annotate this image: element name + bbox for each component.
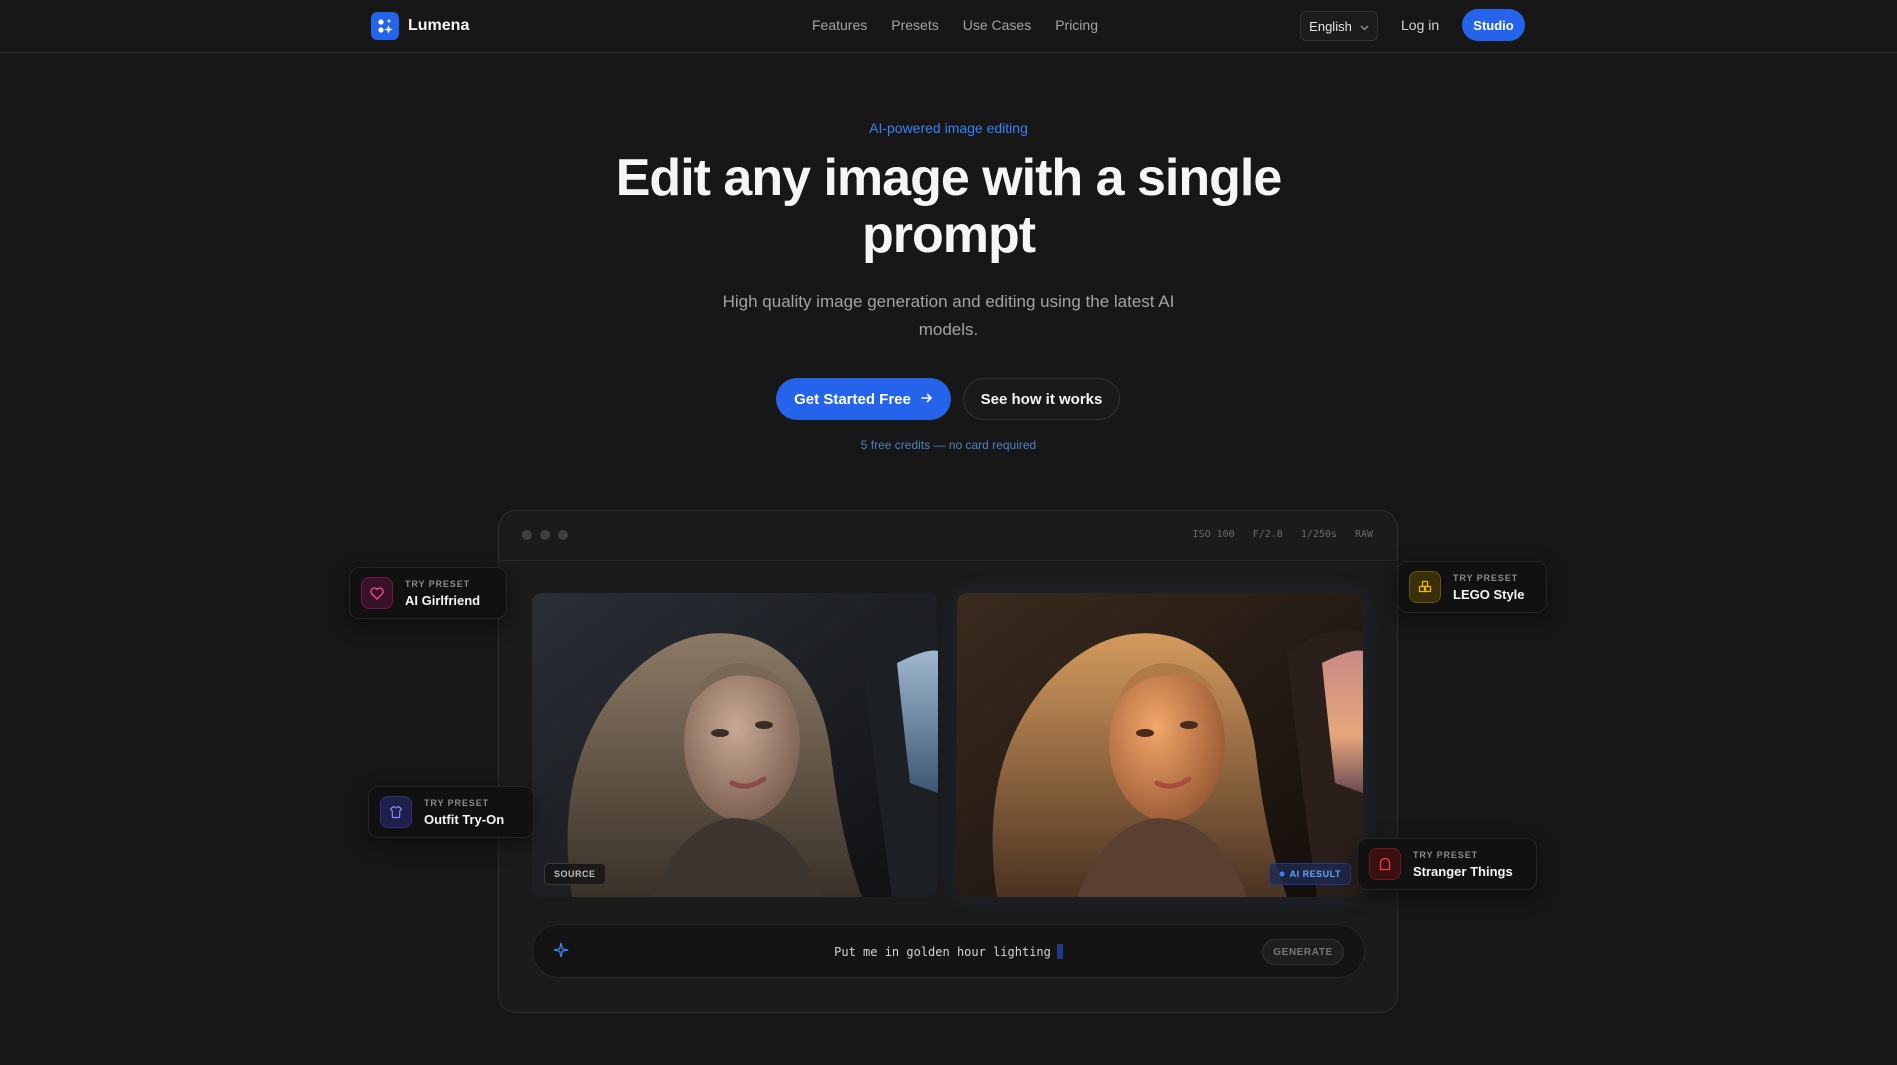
blocks-icon xyxy=(1409,571,1441,603)
window-dot xyxy=(540,530,550,540)
preset-outfit-try-on[interactable]: TRY PRESET Outfit Try-On xyxy=(368,786,534,838)
heart-icon xyxy=(361,577,393,609)
see-how-it-works-button[interactable]: See how it works xyxy=(963,378,1120,420)
top-nav: Lumena Features Presets Use Cases Pricin… xyxy=(0,0,1897,53)
nav-link-pricing[interactable]: Pricing xyxy=(1055,17,1098,33)
source-image: SOURCE xyxy=(532,593,938,897)
nav-link-presets[interactable]: Presets xyxy=(891,17,938,33)
result-photo xyxy=(957,593,1363,897)
preset-kicker: TRY PRESET xyxy=(405,578,471,589)
window-dot xyxy=(558,530,568,540)
hero-title: Edit any image with a single prompt xyxy=(615,149,1283,264)
text-cursor xyxy=(1056,944,1063,959)
preset-name: Outfit Try-On xyxy=(424,811,505,827)
preset-lego-style[interactable]: TRY PRESET LEGO Style xyxy=(1397,561,1547,613)
editor-mockup: ISO 100 F/2.8 1/250s RAW SOURCE AI RESUL… xyxy=(498,510,1398,1013)
ghost-icon xyxy=(1369,848,1401,880)
get-started-label: Get Started Free xyxy=(794,390,911,408)
prompt-input[interactable]: Put me in golden hour lighting xyxy=(533,944,1364,959)
window-dot xyxy=(522,530,532,540)
nav-link-features[interactable]: Features xyxy=(812,17,867,33)
hero-subtitle: High quality image generation and editin… xyxy=(722,292,1175,339)
preset-kicker: TRY PRESET xyxy=(1413,849,1479,860)
preset-ai-girlfriend[interactable]: TRY PRESET AI Girlfriend xyxy=(349,567,507,619)
preset-name: LEGO Style xyxy=(1453,586,1525,602)
camera-meta: ISO 100 F/2.8 1/250s RAW xyxy=(1193,529,1373,540)
preset-name: Stranger Things xyxy=(1413,863,1513,879)
nav-links: Features Presets Use Cases Pricing xyxy=(812,17,1098,33)
meta-iso: ISO 100 xyxy=(1192,529,1235,540)
ai-result-image: AI RESULT xyxy=(957,593,1363,897)
source-tag: SOURCE xyxy=(544,863,606,885)
preset-name: AI Girlfriend xyxy=(405,592,481,608)
ai-result-label: AI RESULT xyxy=(1289,869,1341,879)
language-select[interactable]: English xyxy=(1300,11,1378,41)
preset-stranger-things[interactable]: TRY PRESET Stranger Things xyxy=(1357,838,1537,890)
login-link[interactable]: Log in xyxy=(1401,17,1439,33)
hero-eyebrow: AI-powered image editing xyxy=(869,120,1028,136)
preset-kicker: TRY PRESET xyxy=(424,797,490,808)
prompt-bar[interactable]: Put me in golden hour lighting GENERATE xyxy=(532,924,1365,978)
meta-format: RAW xyxy=(1354,529,1373,540)
brand-name: Lumena xyxy=(408,17,470,34)
lumena-logo-icon xyxy=(371,12,399,40)
generate-button[interactable]: GENERATE xyxy=(1262,939,1344,965)
ai-result-tag: AI RESULT xyxy=(1268,863,1351,885)
brand-logo[interactable]: Lumena xyxy=(371,12,469,40)
arrow-right-icon xyxy=(921,391,933,408)
chevron-down-icon xyxy=(1360,19,1369,34)
mockup-titlebar: ISO 100 F/2.8 1/250s RAW xyxy=(499,511,1397,561)
preset-kicker: TRY PRESET xyxy=(1453,572,1519,583)
source-photo xyxy=(532,593,938,897)
status-dot-icon xyxy=(1279,871,1285,877)
get-started-button[interactable]: Get Started Free xyxy=(776,378,951,420)
credits-note: 5 free credits — no card required xyxy=(860,438,1037,452)
studio-button[interactable]: Studio xyxy=(1462,9,1525,41)
prompt-value: Put me in golden hour lighting xyxy=(834,945,1051,959)
meta-aperture: F/2.8 xyxy=(1252,529,1283,540)
language-value: English xyxy=(1309,18,1352,34)
nav-link-use-cases[interactable]: Use Cases xyxy=(963,17,1031,33)
meta-shutter: 1/250s xyxy=(1300,529,1337,540)
shirt-icon xyxy=(380,796,412,828)
window-dots xyxy=(522,530,568,540)
